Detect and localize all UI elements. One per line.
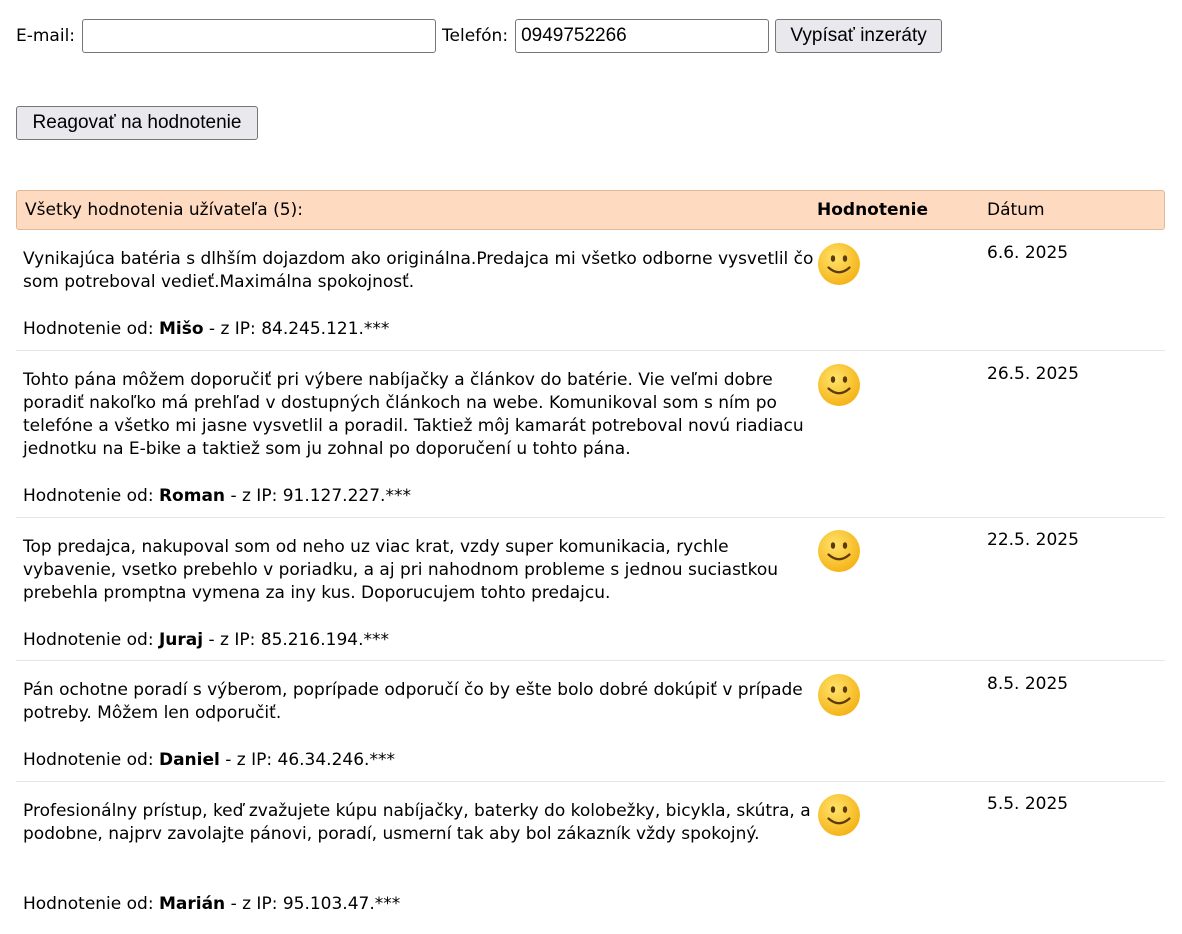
author-name: Mišo	[158, 319, 204, 339]
author-ip: 84.245.121.***	[261, 319, 390, 339]
ratings-title: Všetky hodnotenia užívateľa (5):	[25, 200, 303, 220]
rating-comment: Top predajca, nakupoval som od neho uz v…	[23, 537, 779, 603]
phone-field[interactable]	[515, 19, 770, 53]
list-ads-button[interactable]: Vypísať inzeráty	[775, 19, 943, 53]
ip-prefix: - z IP:	[208, 319, 256, 339]
author-name: Roman	[158, 486, 226, 506]
table-row: Profesionálny prístup, keď zvažujete kúp…	[16, 782, 1165, 932]
rating-column-header: Hodnotenie	[817, 200, 928, 220]
author-ip: 95.103.47.***	[282, 894, 401, 914]
author-ip: 85.216.194.***	[260, 630, 390, 650]
rating-author-line: Hodnotenie od: Roman - z IP: 91.127.227.…	[23, 485, 411, 508]
table-row: Top predajca, nakupoval som od neho uz v…	[16, 518, 1165, 661]
ip-prefix: - z IP:	[225, 750, 273, 770]
author-prefix: Hodnotenie od:	[23, 750, 154, 770]
rating-author-line: Hodnotenie od: Marián - z IP: 95.103.47.…	[23, 893, 400, 916]
author-prefix: Hodnotenie od:	[23, 894, 154, 914]
author-name: Daniel	[158, 750, 220, 770]
rating-date: 26.5. 2025	[987, 364, 1079, 384]
author-prefix: Hodnotenie od:	[23, 486, 154, 506]
smiley-positive-icon	[818, 674, 860, 716]
ip-prefix: - z IP:	[208, 630, 256, 650]
table-row: Vynikajúca batéria s dlhším dojazdom ako…	[16, 230, 1165, 351]
author-prefix: Hodnotenie od:	[23, 630, 154, 650]
phone-label: Telefón:	[442, 26, 509, 46]
table-row: Tohto pána môžem doporučiť pri výbere na…	[16, 351, 1165, 518]
author-prefix: Hodnotenie od:	[23, 319, 154, 339]
smiley-positive-icon	[818, 364, 860, 406]
author-name: Marián	[158, 894, 226, 914]
author-ip: 91.127.227.***	[282, 486, 411, 506]
email-label: E-mail:	[16, 26, 76, 46]
email-field[interactable]	[82, 19, 437, 53]
rating-author-line: Hodnotenie od: Juraj - z IP: 85.216.194.…	[23, 629, 389, 652]
rating-date: 5.5. 2025	[987, 794, 1069, 814]
rating-date: 8.5. 2025	[987, 674, 1069, 694]
ip-prefix: - z IP:	[230, 894, 278, 914]
author-name: Juraj	[158, 630, 204, 650]
rating-comment: Tohto pána môžem doporučiť pri výbere na…	[23, 370, 804, 459]
rating-comment: Pán ochotne poradí s výberom, poprípade …	[23, 680, 803, 723]
rating-author-line: Hodnotenie od: Daniel - z IP: 46.34.246.…	[23, 749, 395, 772]
table-row: Pán ochotne poradí s výberom, poprípade …	[16, 661, 1165, 782]
ratings-table: Všetky hodnotenia užívateľa (5): Hodnote…	[16, 190, 1165, 932]
page: E-mail: Telefón: Vypísať inzeráty Reagov…	[0, 0, 1182, 934]
rating-author-line: Hodnotenie od: Mišo - z IP: 84.245.121.*…	[23, 318, 389, 341]
smiley-positive-icon	[818, 530, 860, 572]
rating-comment: Vynikajúca batéria s dlhším dojazdom ako…	[23, 249, 814, 292]
ip-prefix: - z IP:	[230, 486, 278, 506]
rating-date: 6.6. 2025	[987, 243, 1069, 263]
rating-comment: Profesionálny prístup, keď zvažujete kúp…	[23, 801, 811, 844]
smiley-positive-icon	[818, 243, 860, 285]
author-ip: 46.34.246.***	[277, 750, 395, 770]
date-column-header: Dátum	[987, 200, 1045, 220]
ratings-table-header: Všetky hodnotenia užívateľa (5): Hodnote…	[16, 190, 1165, 230]
search-form: E-mail: Telefón: Vypísať inzeráty	[16, 19, 943, 53]
rating-date: 22.5. 2025	[987, 530, 1079, 550]
smiley-positive-icon	[818, 794, 860, 836]
react-to-rating-button[interactable]: Reagovať na hodnotenie	[16, 106, 258, 140]
